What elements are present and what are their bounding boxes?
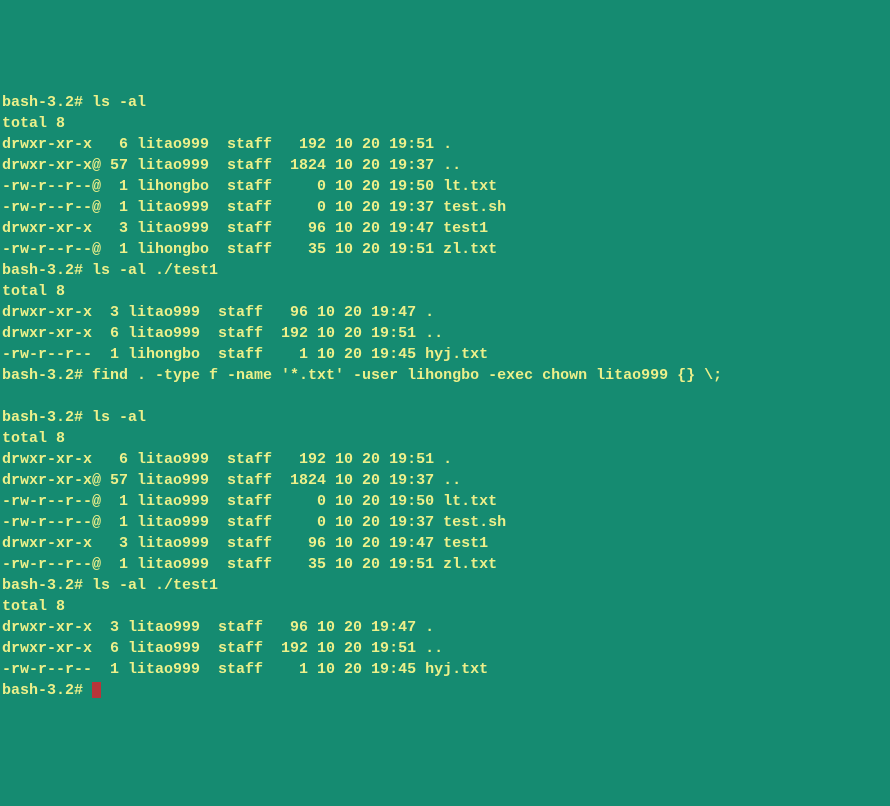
terminal-line: -rw-r--r-- 1 litao999 staff 1 10 20 19:4… xyxy=(2,659,888,680)
terminal-line: -rw-r--r-- 1 lihongbo staff 1 10 20 19:4… xyxy=(2,344,888,365)
terminal-line: -rw-r--r--@ 1 litao999 staff 35 10 20 19… xyxy=(2,554,888,575)
terminal-line: total 8 xyxy=(2,113,888,134)
terminal-line: drwxr-xr-x@ 57 litao999 staff 1824 10 20… xyxy=(2,155,888,176)
terminal-line: drwxr-xr-x 6 litao999 staff 192 10 20 19… xyxy=(2,449,888,470)
terminal-line: drwxr-xr-x 6 litao999 staff 192 10 20 19… xyxy=(2,134,888,155)
terminal-line: drwxr-xr-x 3 litao999 staff 96 10 20 19:… xyxy=(2,218,888,239)
terminal-line: -rw-r--r--@ 1 litao999 staff 0 10 20 19:… xyxy=(2,197,888,218)
terminal-output[interactable]: bash-3.2# ls -altotal 8drwxr-xr-x 6 lita… xyxy=(2,92,888,701)
cursor-icon xyxy=(92,682,101,698)
terminal-line: total 8 xyxy=(2,596,888,617)
terminal-prompt[interactable]: bash-3.2# xyxy=(2,680,888,701)
terminal-line: bash-3.2# ls -al xyxy=(2,407,888,428)
terminal-line: drwxr-xr-x@ 57 litao999 staff 1824 10 20… xyxy=(2,470,888,491)
terminal-line: bash-3.2# ls -al xyxy=(2,92,888,113)
prompt-text: bash-3.2# xyxy=(2,680,92,701)
terminal-line: drwxr-xr-x 6 litao999 staff 192 10 20 19… xyxy=(2,323,888,344)
terminal-line: drwxr-xr-x 3 litao999 staff 96 10 20 19:… xyxy=(2,533,888,554)
terminal-line: -rw-r--r--@ 1 lihongbo staff 0 10 20 19:… xyxy=(2,176,888,197)
terminal-line: -rw-r--r--@ 1 litao999 staff 0 10 20 19:… xyxy=(2,512,888,533)
terminal-line xyxy=(2,386,888,407)
terminal-line: bash-3.2# find . -type f -name '*.txt' -… xyxy=(2,365,888,386)
terminal-line: -rw-r--r--@ 1 litao999 staff 0 10 20 19:… xyxy=(2,491,888,512)
terminal-line: drwxr-xr-x 6 litao999 staff 192 10 20 19… xyxy=(2,638,888,659)
terminal-line: total 8 xyxy=(2,428,888,449)
terminal-line: bash-3.2# ls -al ./test1 xyxy=(2,260,888,281)
terminal-line: bash-3.2# ls -al ./test1 xyxy=(2,575,888,596)
terminal-line: drwxr-xr-x 3 litao999 staff 96 10 20 19:… xyxy=(2,617,888,638)
terminal-line: drwxr-xr-x 3 litao999 staff 96 10 20 19:… xyxy=(2,302,888,323)
terminal-line: -rw-r--r--@ 1 lihongbo staff 35 10 20 19… xyxy=(2,239,888,260)
terminal-line: total 8 xyxy=(2,281,888,302)
